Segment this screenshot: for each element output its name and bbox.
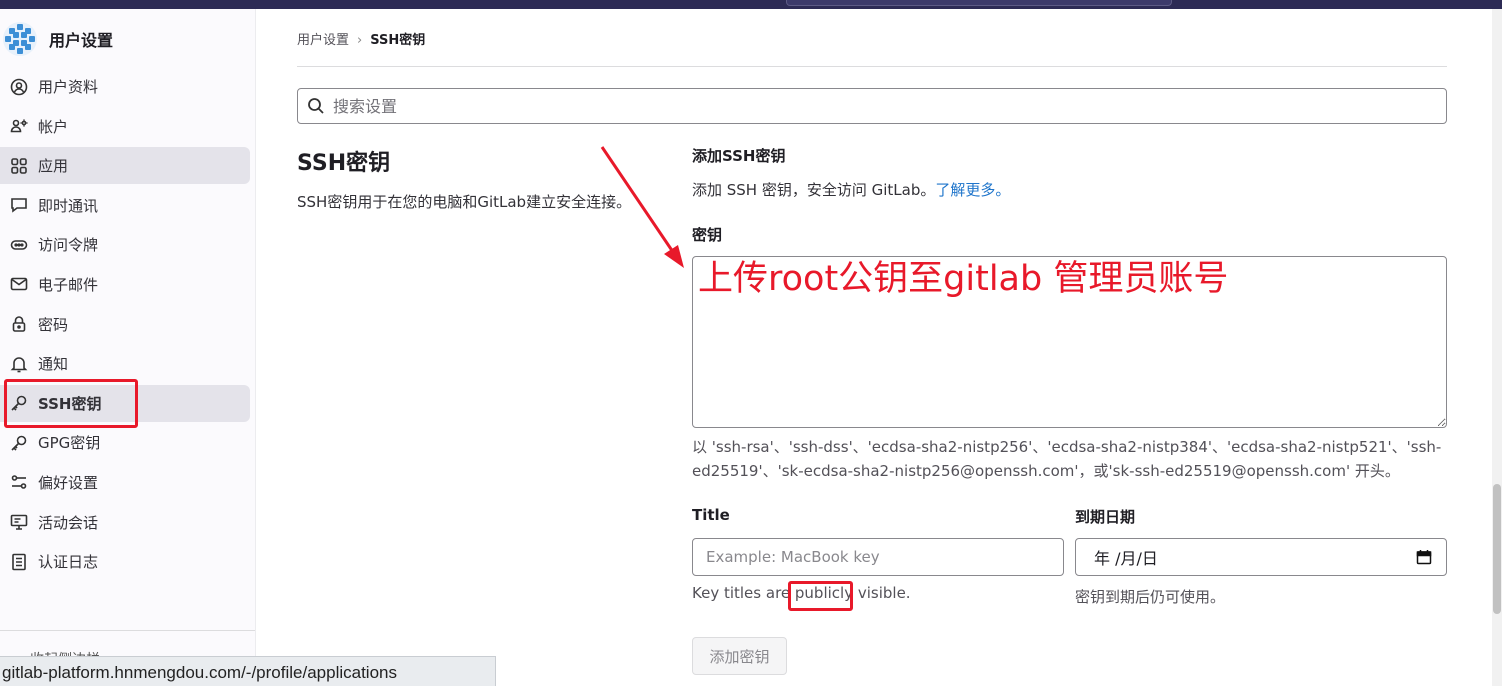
sidebar-item-password[interactable]: 密码 — [0, 306, 250, 343]
title-help-pre: Key titles are — [692, 584, 795, 602]
sidebar-item-account[interactable]: 帐户 — [0, 108, 250, 145]
sidebar-item-gpg-keys[interactable]: GPG密钥 — [0, 424, 250, 461]
ssh-key-highlight-box — [4, 379, 138, 428]
title-input[interactable] — [692, 538, 1064, 576]
search-input[interactable] — [331, 95, 1335, 117]
learn-more-link[interactable]: 了解更多。 — [935, 181, 1010, 199]
sidebar-item-label: 通知 — [38, 355, 69, 374]
title-label: Title — [692, 506, 730, 524]
breadcrumb: 用户设置 › SSH密钥 — [297, 29, 425, 48]
breadcrumb-parent[interactable]: 用户设置 — [297, 33, 349, 48]
user-avatar-icon — [3, 22, 37, 56]
preferences-icon — [9, 472, 29, 492]
sidebar-item-profile[interactable]: 用户资料 — [0, 68, 250, 105]
sidebar-item-access-tokens[interactable]: 访问令牌 — [0, 226, 250, 263]
add-key-heading: 添加SSH密钥 — [692, 147, 786, 165]
key-label: 密钥 — [692, 226, 723, 244]
title-help-post: visible. — [853, 584, 911, 602]
sidebar-item-notifications[interactable]: 通知 — [0, 345, 250, 382]
sidebar-item-label: 活动会话 — [38, 513, 99, 532]
settings-nav: 用户资料 帐户 应用 即时通讯 访问令牌 电子邮件 密码 通知 SSH密钥 GP… — [0, 68, 255, 583]
sidebar-header: 用户设置 — [2, 21, 113, 57]
bell-icon — [9, 354, 29, 374]
page-scrollbar[interactable] — [1492, 9, 1502, 686]
breadcrumb-current: SSH密钥 — [370, 33, 426, 48]
monitor-icon — [9, 512, 29, 532]
settings-search — [297, 88, 1447, 124]
sidebar-item-active-sessions[interactable]: 活动会话 — [0, 504, 250, 541]
scrollbar-thumb[interactable] — [1493, 484, 1501, 614]
sidebar-item-label: 即时通讯 — [38, 196, 99, 215]
key-help-text: 以 'ssh-rsa'、'ssh-dss'、'ecdsa-sha2-nistp2… — [692, 438, 1442, 480]
add-key-text: 添加 SSH 密钥，安全访问 GitLab。 — [692, 181, 936, 199]
sidebar-divider — [0, 630, 255, 631]
top-search-bar[interactable] — [786, 0, 1172, 6]
sidebar-title: 用户设置 — [49, 31, 114, 50]
top-navbar — [0, 0, 1502, 9]
sidebar-item-label: 用户资料 — [38, 78, 99, 96]
log-icon — [9, 552, 29, 572]
sidebar-item-email[interactable]: 电子邮件 — [0, 266, 250, 303]
sidebar-item-label: GPG密钥 — [38, 434, 101, 453]
sidebar-item-label: 帐户 — [38, 117, 69, 136]
sidebar-item-label: 认证日志 — [38, 553, 99, 572]
settings-sidebar: 用户设置 用户资料 帐户 应用 即时通讯 访问令牌 电子邮件 密码 通知 SSH… — [0, 9, 256, 686]
sidebar-item-label: 偏好设置 — [38, 473, 99, 492]
sidebar-item-label: 应用 — [38, 157, 69, 176]
key-textarea[interactable] — [692, 256, 1447, 428]
token-icon — [9, 235, 29, 255]
add-key-description: 添加 SSH 密钥，安全访问 GitLab。了解更多。 — [692, 179, 1010, 200]
expires-help-text: 密钥到期后仍可使用。 — [1075, 588, 1226, 606]
search-icon — [307, 97, 325, 115]
chevron-right-icon: › — [357, 33, 363, 48]
publicly-highlight-box — [788, 581, 853, 611]
key-icon — [9, 433, 29, 453]
mail-icon — [9, 274, 29, 294]
user-circle-icon — [9, 77, 29, 97]
applications-grid-icon — [9, 156, 29, 176]
sidebar-item-auth-log[interactable]: 认证日志 — [0, 543, 250, 580]
add-key-button[interactable]: 添加密钥 — [692, 637, 787, 675]
chat-icon — [9, 195, 29, 215]
header-divider — [297, 66, 1447, 67]
link-preview-statusbar: gitlab-platform.hnmengdou.com/-/profile/… — [0, 656, 496, 686]
section-description: SSH密钥用于在您的电脑和GitLab建立安全连接。 — [297, 193, 632, 211]
calendar-icon[interactable] — [1416, 549, 1432, 565]
sidebar-item-preferences[interactable]: 偏好设置 — [0, 464, 250, 501]
account-gear-icon — [9, 116, 29, 136]
expires-date-input[interactable]: 年 /月/日 — [1075, 538, 1447, 576]
sidebar-item-chat[interactable]: 即时通讯 — [0, 187, 250, 224]
page-title: SSH密钥 — [297, 151, 391, 176]
expires-label: 到期日期 — [1075, 508, 1136, 526]
expires-date-value: 年 /月/日 — [1094, 549, 1158, 568]
lock-icon — [9, 314, 29, 334]
sidebar-item-label: 访问令牌 — [38, 236, 99, 255]
sidebar-item-label: 密码 — [38, 315, 69, 334]
sidebar-item-label: 电子邮件 — [38, 275, 99, 294]
sidebar-item-applications[interactable]: 应用 — [0, 147, 250, 185]
